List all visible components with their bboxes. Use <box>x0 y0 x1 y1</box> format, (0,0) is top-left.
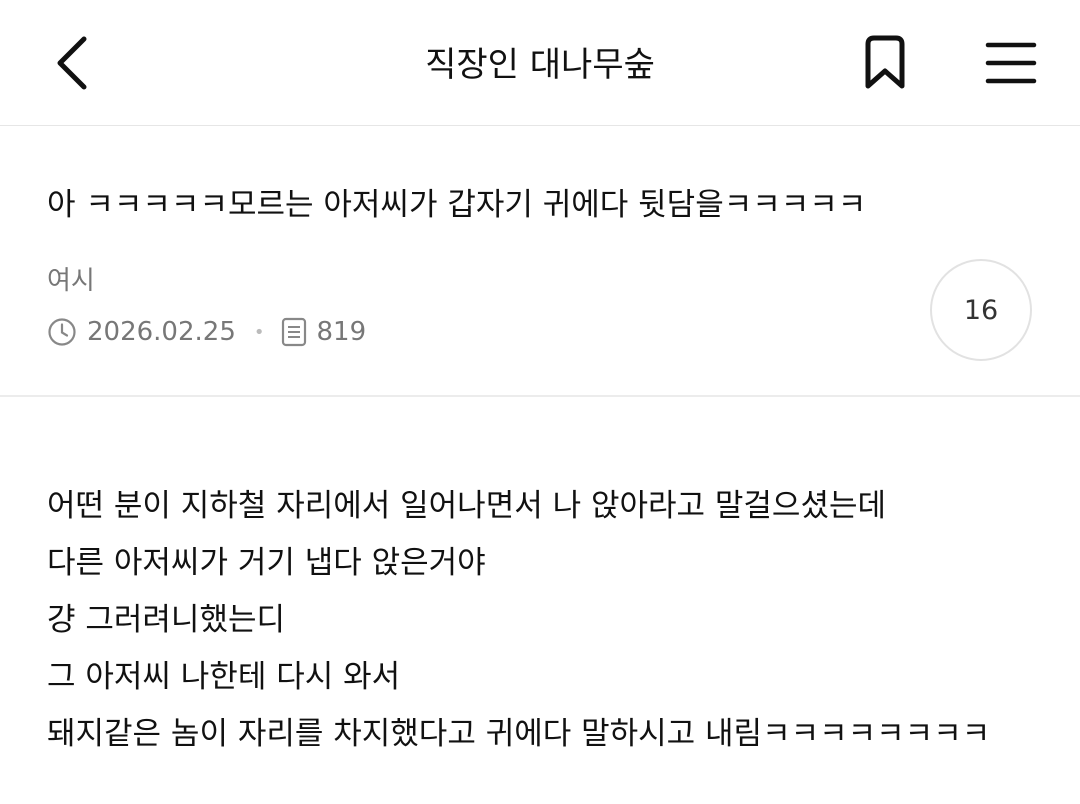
view-count: 819 <box>316 317 367 347</box>
chevron-left-icon <box>57 36 87 90</box>
document-icon <box>279 317 309 347</box>
body-line: 그 아저씨 나한테 다시 와서 <box>47 659 401 695</box>
comment-count-button[interactable]: 16 <box>930 259 1032 361</box>
body-line: 돼지같은 놈이 자리를 차지했다고 귀에다 말하시고 내림ㅋㅋㅋㅋㅋㅋㅋㅋ <box>47 716 991 752</box>
post-date: 2026.02.25 <box>87 317 236 347</box>
body-line: 다른 아저씨가 거기 냅다 앉은거야 <box>47 545 486 581</box>
page-title: 직장인 대나무숲 <box>425 45 655 85</box>
post-meta: 2026.02.25 • 819 <box>47 312 366 352</box>
comment-count: 16 <box>963 294 999 326</box>
bookmark-icon <box>865 35 905 89</box>
author-name[interactable]: 여시 <box>47 261 95 301</box>
post-header: 아 ㅋㅋㅋㅋㅋ모르는 아저씨가 갑자기 귀에다 뒷담을ㅋㅋㅋㅋㅋ 여시 2026… <box>0 127 1080 397</box>
bookmark-button[interactable] <box>852 30 918 96</box>
menu-button[interactable] <box>978 30 1044 96</box>
post-body: 어떤 분이 지하철 자리에서 일어나면서 나 앉아라고 말걸으셨는데 다른 아저… <box>47 478 1047 763</box>
clock-icon <box>47 317 77 347</box>
top-app-bar: 직장인 대나무숲 <box>0 0 1080 126</box>
body-line: 걍 그러려니했는디 <box>47 602 286 638</box>
body-line: 어떤 분이 지하철 자리에서 일어나면서 나 앉아라고 말걸으셨는데 <box>47 488 887 524</box>
post-title: 아 ㅋㅋㅋㅋㅋ모르는 아저씨가 갑자기 귀에다 뒷담을ㅋㅋㅋㅋㅋ <box>47 187 867 223</box>
back-button[interactable] <box>40 30 100 96</box>
hamburger-menu-icon <box>985 42 1037 84</box>
meta-separator: • <box>253 321 265 343</box>
